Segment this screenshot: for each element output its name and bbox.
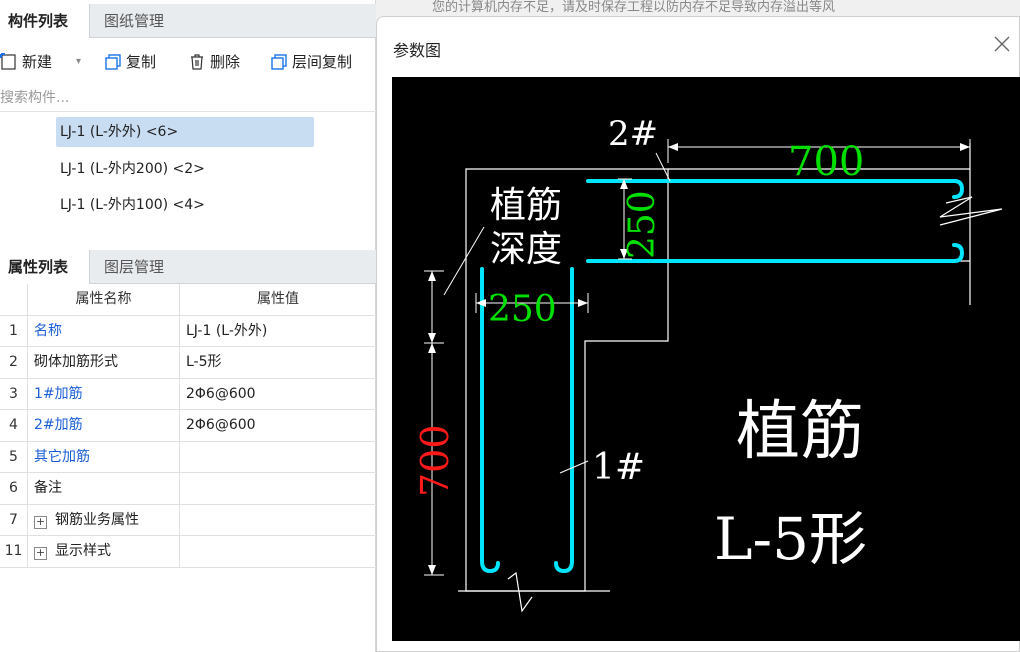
property-value[interactable]: L-5形 [180, 347, 376, 379]
expand-plus-icon[interactable]: + [34, 515, 47, 529]
tab-drawing-management[interactable]: 图纸管理 [96, 4, 172, 38]
dim-vertical-250: 250 [622, 190, 663, 259]
expand-plus-icon[interactable]: + [34, 547, 47, 560]
break-symbol-right [939, 196, 1003, 226]
property-name-text: 其它加筋 [34, 448, 90, 465]
floor-copy-icon [271, 54, 287, 70]
component-item[interactable]: LJ-1 (L-外外) <6> [56, 117, 314, 147]
property-name: + 钢筋业务属性 [28, 504, 180, 536]
property-name-text: 砌体加筋形式 [34, 354, 118, 370]
component-toolbar: 新建 ▾ 复制 删除 层间复制 [0, 44, 376, 78]
dim-left-700: 700 [413, 424, 457, 497]
tab-layer-management[interactable]: 图层管理 [96, 250, 172, 284]
property-value[interactable]: 2Φ6@600 [180, 410, 376, 442]
diagram-caption-line1: 植筋 [736, 395, 864, 469]
tab-component-list[interactable]: 构件列表 [0, 4, 90, 38]
property-value[interactable] [180, 536, 376, 568]
property-name: 2#加筋 [28, 410, 180, 442]
property-tabbar: 属性列表 图层管理 [0, 250, 376, 284]
property-name: 备注 [28, 473, 180, 505]
property-row[interactable]: 4 2#加筋 2Φ6@600 [0, 410, 376, 442]
close-icon[interactable] [991, 33, 1013, 55]
dim-top-700: 700 [788, 139, 864, 185]
rebar-label-2: 2# [608, 114, 658, 154]
component-tabbar: 构件列表 图纸管理 [0, 4, 376, 38]
memory-warning-text: 您的计算机内存不足，请及时保存工程以防内存不足导致内存溢出等风 [432, 0, 836, 15]
component-item[interactable]: LJ-1 (L-外内200) <2> [56, 154, 314, 184]
property-name-text: 2#加筋 [34, 417, 83, 433]
rebar-label-1: 1# [592, 447, 645, 488]
break-symbol-bottom [507, 571, 533, 613]
property-row[interactable]: 5 其它加筋 [0, 441, 376, 474]
property-name-text: 备注 [34, 480, 62, 496]
property-value[interactable] [180, 442, 376, 474]
component-search [0, 84, 376, 112]
row-number: 2 [0, 347, 28, 379]
new-button-label: 新建 [22, 53, 53, 71]
property-name-text: 钢筋业务属性 [55, 511, 139, 528]
row-number: 1 [0, 315, 28, 347]
property-value[interactable]: LJ-1 (L-外外) [180, 316, 376, 348]
property-row[interactable]: 6 备注 [0, 473, 376, 505]
floor-copy-button[interactable]: 层间复制 [270, 50, 374, 74]
embed-depth-label-line1: 植筋 [490, 185, 562, 226]
row-number: 11 [0, 536, 28, 568]
rebar-diagram: 2# 700 250 250 700 植筋 深度 1# 植筋 L-5形 [413, 114, 1003, 613]
property-name: 其它加筋 [28, 441, 180, 473]
property-row[interactable]: 2 砌体加筋形式 L-5形 [0, 347, 376, 379]
left-panel: 构件列表 图纸管理 新建 ▾ 复制 删除 层间复制 搜索构件... LJ-1 (… [0, 0, 376, 652]
parameter-dialog: 参数图 2# 700 250 250 700 植筋 深度 1# 植筋 L-5形 [376, 16, 1020, 652]
property-row[interactable]: 3 1#加筋 2Φ6@600 [0, 378, 376, 411]
parameter-drawing-canvas: 2# 700 250 250 700 植筋 深度 1# 植筋 L-5形 [392, 77, 1020, 641]
copy-button-label: 复制 [126, 53, 157, 71]
floor-copy-button-label: 层间复制 [292, 53, 353, 71]
dialog-title: 参数图 [393, 41, 442, 60]
search-input[interactable] [0, 86, 370, 110]
copy-button[interactable]: 复制 [104, 50, 170, 74]
header-property-name: 属性名称 [28, 284, 180, 316]
property-row[interactable]: 11 + 显示样式 [0, 536, 376, 568]
property-name-text: 名称 [34, 322, 62, 339]
tab-property-list[interactable]: 属性列表 [0, 250, 90, 284]
row-number: 7 [0, 504, 28, 536]
property-grid-header: 属性名称 属性值 [0, 284, 376, 316]
property-name-text: 1#加筋 [34, 385, 83, 402]
property-value[interactable]: 2Φ6@600 [180, 379, 376, 411]
diagram-caption-line2: L-5形 [714, 505, 867, 573]
header-number-cell [0, 284, 28, 316]
header-property-value: 属性值 [257, 291, 299, 307]
row-number: 5 [0, 441, 28, 473]
delete-button[interactable]: 删除 [188, 50, 254, 74]
component-item[interactable]: LJ-1 (L-外内100) <4> [56, 190, 314, 220]
property-name: 名称 [28, 315, 180, 347]
new-file-icon [0, 53, 16, 70]
embed-depth-label-line2: 深度 [490, 229, 562, 270]
new-button[interactable]: 新建 [0, 50, 68, 74]
property-name: + 显示样式 [28, 536, 180, 568]
row-number: 4 [0, 410, 28, 442]
trash-icon [191, 54, 203, 70]
property-name: 砌体加筋形式 [28, 347, 180, 379]
copy-icon [105, 54, 121, 70]
property-row[interactable]: 7 + 钢筋业务属性 [0, 504, 376, 537]
row-number: 3 [0, 378, 28, 410]
property-row[interactable]: 1 名称 LJ-1 (L-外外) [0, 315, 376, 348]
row-number: 6 [0, 473, 28, 505]
property-value[interactable] [180, 505, 376, 537]
delete-button-label: 删除 [210, 53, 241, 71]
new-dropdown-chevron-icon[interactable]: ▾ [76, 50, 90, 74]
property-name: 1#加筋 [28, 378, 180, 410]
property-value[interactable] [180, 473, 376, 505]
dim-horizontal-250: 250 [488, 289, 557, 330]
property-name-text: 显示样式 [55, 543, 111, 559]
